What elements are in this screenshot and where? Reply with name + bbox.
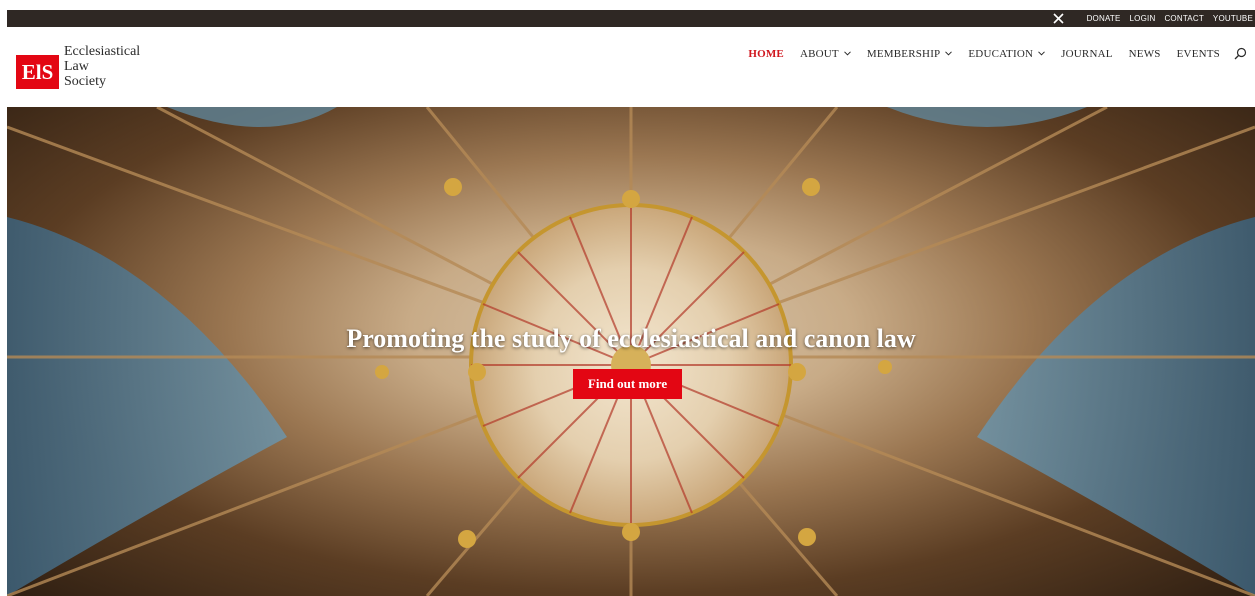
- logo-mark: ElS: [16, 55, 59, 89]
- nav-events-label: EVENTS: [1176, 47, 1220, 60]
- top-utility-bar: DONATE LOGIN CONTACT YOUTUBE: [7, 10, 1255, 27]
- hero-title: Promoting the study of ecclesiastical an…: [346, 324, 916, 353]
- login-link[interactable]: LOGIN: [1130, 14, 1156, 23]
- nav-news[interactable]: NEWS: [1129, 48, 1161, 60]
- site-logo[interactable]: ElS Ecclesiastical Law Society: [16, 42, 140, 89]
- logo-line-3: Society: [64, 74, 106, 89]
- nav-journal-label: JOURNAL: [1061, 47, 1113, 60]
- nav-membership-label: MEMBERSHIP: [866, 47, 941, 60]
- logo-line-1: Ecclesiastical: [64, 44, 141, 59]
- nav-home-label: HOME: [748, 47, 784, 60]
- nav-events[interactable]: EVENTS: [1177, 48, 1220, 60]
- nav-journal[interactable]: JOURNAL: [1061, 48, 1113, 60]
- nav-home[interactable]: HOME: [748, 48, 784, 60]
- logo-text: Ecclesiastical Law Society: [64, 44, 140, 89]
- main-nav: HOME ABOUT MEMBERSHIP EDUCATION JOURNAL …: [732, 47, 1247, 60]
- find-out-more-button[interactable]: Find out more: [573, 369, 682, 399]
- search-icon[interactable]: [1234, 47, 1247, 60]
- nav-education-label: EDUCATION: [968, 47, 1034, 60]
- chevron-down-icon: [1038, 51, 1045, 56]
- chevron-down-icon: [945, 51, 953, 56]
- nav-education[interactable]: EDUCATION: [968, 48, 1045, 60]
- nav-about-label: ABOUT: [799, 47, 839, 60]
- x-icon[interactable]: [1053, 11, 1069, 27]
- site-header: ElS Ecclesiastical Law Society HOME ABOU…: [0, 27, 1255, 107]
- nav-membership[interactable]: MEMBERSHIP: [867, 48, 953, 60]
- chevron-down-icon: [844, 51, 851, 56]
- logo-line-2: Law: [64, 59, 89, 74]
- donate-link[interactable]: DONATE: [1087, 14, 1121, 23]
- nav-news-label: NEWS: [1128, 47, 1161, 60]
- youtube-link[interactable]: YOUTUBE: [1213, 14, 1253, 23]
- contact-link[interactable]: CONTACT: [1164, 14, 1203, 23]
- hero-banner: Promoting the study of ecclesiastical an…: [7, 107, 1255, 596]
- nav-about[interactable]: ABOUT: [800, 48, 851, 60]
